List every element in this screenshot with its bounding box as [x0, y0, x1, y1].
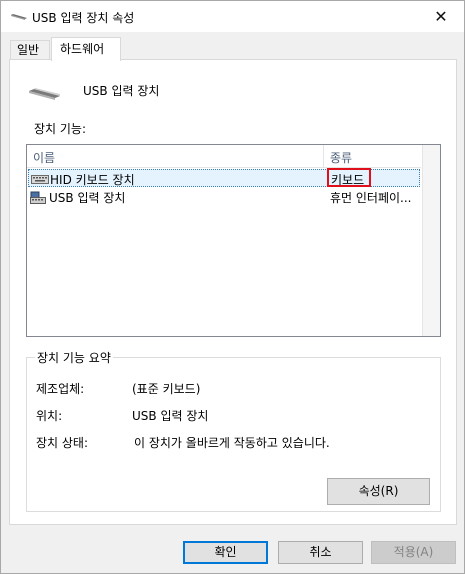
apply-button[interactable]: 적용(A) — [371, 541, 456, 564]
summary-legend: 장치 기능 요약 — [35, 349, 113, 366]
title-bar: USB 입력 장치 속성 ✕ — [1, 1, 464, 32]
tab-general[interactable]: 일반 — [10, 40, 50, 59]
list-item[interactable]: HID 키보드 장치 키보드 — [28, 168, 420, 187]
list-header: 이름 종류 — [27, 145, 421, 168]
keyboard-icon — [31, 173, 49, 185]
device-functions-list[interactable]: 이름 종류 HID 키보드 장치 키보드 USB 입력 장치 휴먼 인터페이..… — [26, 144, 441, 337]
highlight-annotation — [327, 168, 371, 187]
tab-hardware[interactable]: 하드웨어 — [51, 37, 121, 61]
column-header-name[interactable]: 이름 — [33, 149, 55, 166]
list-item-name: USB 입력 장치 — [49, 191, 126, 205]
properties-dialog: USB 입력 장치 속성 ✕ 일반 하드웨어 USB 입력 장치 장치 기능: … — [0, 0, 465, 574]
device-status-value: 이 장치가 올바르게 작동하고 있습니다. — [134, 436, 330, 450]
ok-button[interactable]: 확인 — [183, 541, 268, 564]
device-name: USB 입력 장치 — [83, 84, 160, 98]
manufacturer-label: 제조업체: — [36, 382, 85, 396]
manufacturer-value: (표준 키보드) — [132, 382, 201, 396]
list-item[interactable]: USB 입력 장치 휴먼 인터페이... — [28, 188, 420, 206]
usb-device-icon — [10, 11, 28, 21]
list-item-name: HID 키보드 장치 — [50, 173, 135, 187]
close-icon: ✕ — [434, 7, 448, 26]
close-button[interactable]: ✕ — [418, 1, 464, 32]
usb-device-icon — [28, 86, 62, 100]
location-label: 위치: — [36, 409, 63, 423]
vertical-scrollbar[interactable] — [422, 145, 440, 336]
tab-panel-hardware: USB 입력 장치 장치 기능: 이름 종류 HID 키보드 장치 키보드 US… — [9, 59, 457, 525]
device-function-summary: 장치 기능 요약 제조업체: (표준 키보드) 위치: USB 입력 장치 장치… — [26, 349, 441, 512]
column-divider[interactable] — [323, 145, 324, 167]
list-item-type: 휴먼 인터페이... — [330, 191, 412, 205]
device-functions-label: 장치 기능: — [34, 122, 87, 136]
properties-button[interactable]: 속성(R) — [327, 478, 430, 505]
tab-strip: 일반 하드웨어 — [1, 32, 464, 61]
device-status-label: 장치 상태: — [36, 436, 89, 450]
window-title: USB 입력 장치 속성 — [32, 11, 135, 25]
location-value: USB 입력 장치 — [132, 409, 209, 423]
cancel-button[interactable]: 취소 — [278, 541, 363, 564]
hid-device-icon — [30, 191, 48, 204]
column-header-type[interactable]: 종류 — [330, 149, 352, 166]
